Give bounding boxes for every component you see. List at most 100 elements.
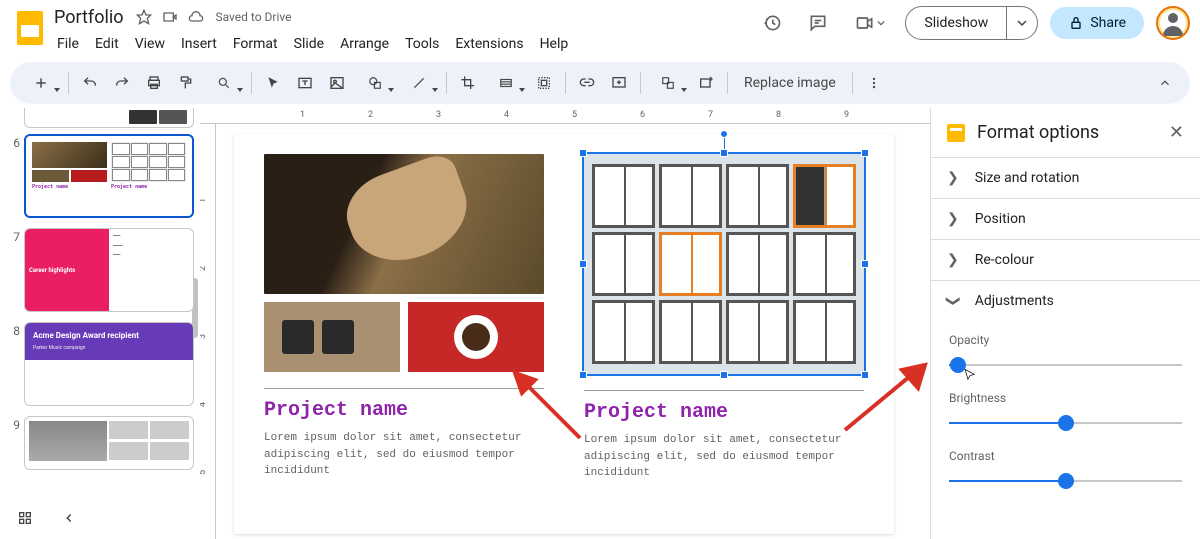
contrast-slider[interactable]: [949, 473, 1182, 489]
slide-thumb-5-partial[interactable]: [6, 108, 194, 128]
grid-view-button[interactable]: [10, 503, 40, 533]
contrast-label: Contrast: [949, 449, 1182, 463]
app-logo[interactable]: [10, 8, 50, 48]
slide[interactable]: Project name Lorem ipsum dolor sit amet,…: [234, 134, 894, 534]
move-icon[interactable]: [161, 8, 179, 26]
cloud-icon[interactable]: [187, 8, 205, 26]
menu-view[interactable]: View: [128, 32, 172, 56]
image-cameras[interactable]: [264, 302, 400, 372]
link-button[interactable]: [572, 68, 602, 98]
menu-edit[interactable]: Edit: [88, 32, 126, 56]
divider: [264, 388, 544, 389]
section-label: Position: [975, 211, 1026, 227]
image-building-selected[interactable]: [584, 154, 864, 374]
project-name-right[interactable]: Project name: [584, 401, 864, 424]
comment-icon[interactable]: [801, 6, 835, 40]
section-position[interactable]: ❯ Position: [931, 198, 1200, 239]
image-tool[interactable]: [322, 68, 352, 98]
chevron-right-icon: ❯: [947, 211, 959, 227]
brightness-label: Brightness: [949, 391, 1182, 405]
reset-image-button[interactable]: [691, 68, 721, 98]
star-icon[interactable]: [135, 8, 153, 26]
project-name-left[interactable]: Project name: [264, 399, 544, 422]
redo-button[interactable]: [107, 68, 137, 98]
chevron-right-icon: ❯: [947, 252, 959, 268]
canvas[interactable]: 1 2 3 4 5 6 7 8 9 1 2 3 4 5: [200, 108, 930, 539]
mask-button[interactable]: [485, 68, 527, 98]
section-recolour[interactable]: ❯ Re-colour: [931, 239, 1200, 280]
section-label: Size and rotation: [975, 170, 1080, 186]
slide-num: 8: [6, 322, 24, 406]
doc-title[interactable]: Portfolio: [50, 7, 127, 28]
more-button[interactable]: [859, 68, 889, 98]
meet-icon[interactable]: [847, 6, 893, 40]
history-icon[interactable]: [755, 6, 789, 40]
right-column: Project name Lorem ipsum dolor sit amet,…: [584, 154, 864, 514]
format-panel-icon: [947, 124, 965, 142]
slideshow-button-group: Slideshow: [905, 6, 1038, 40]
menu-help[interactable]: Help: [533, 32, 576, 56]
brightness-slider[interactable]: [949, 415, 1182, 431]
slide-thumb-6[interactable]: 6 Project name Project name: [6, 134, 194, 218]
opacity-label: Opacity: [949, 333, 1182, 347]
new-slide-button[interactable]: [20, 68, 62, 98]
rotation-handle[interactable]: [720, 130, 728, 138]
slideshow-dropdown[interactable]: [1007, 7, 1037, 39]
project-desc-left[interactable]: Lorem ipsum dolor sit amet, consectetur …: [264, 430, 544, 480]
menu-arrange[interactable]: Arrange: [333, 32, 396, 56]
close-icon[interactable]: ✕: [1169, 122, 1184, 143]
paint-format-button[interactable]: [171, 68, 201, 98]
image-coffee[interactable]: [408, 302, 544, 372]
textbox-tool[interactable]: [290, 68, 320, 98]
image-hand-desk[interactable]: [264, 154, 544, 294]
slide-num: 9: [6, 416, 24, 470]
slide-thumb-9[interactable]: 9: [6, 416, 194, 470]
rotation-line: [724, 136, 725, 152]
line-tool[interactable]: [398, 68, 440, 98]
project-desc-right[interactable]: Lorem ipsum dolor sit amet, consectetur …: [584, 432, 864, 482]
border-color-button[interactable]: [529, 68, 559, 98]
divider: [584, 390, 864, 391]
section-size-rotation[interactable]: ❯ Size and rotation: [931, 157, 1200, 198]
menubar: File Edit View Insert Format Slide Arran…: [50, 32, 575, 56]
section-label: Re-colour: [975, 252, 1034, 268]
contrast-slider-thumb[interactable]: [1058, 473, 1074, 489]
vertical-ruler: 1 2 3 4 5: [200, 124, 216, 539]
slide-thumb-8[interactable]: 8 Acme Design Award recipientParker Musi…: [6, 322, 194, 406]
share-button[interactable]: Share: [1050, 7, 1144, 39]
menu-tools[interactable]: Tools: [398, 32, 446, 56]
select-tool[interactable]: [258, 68, 288, 98]
menu-format[interactable]: Format: [226, 32, 285, 56]
format-options-panel: Format options ✕ ❯ Size and rotation ❯ P…: [930, 108, 1200, 539]
crop-button[interactable]: [453, 68, 483, 98]
section-adjustments[interactable]: ❯ Adjustments: [931, 280, 1200, 321]
print-button[interactable]: [139, 68, 169, 98]
undo-button[interactable]: [75, 68, 105, 98]
menu-file[interactable]: File: [50, 32, 86, 56]
menu-slide[interactable]: Slide: [287, 32, 331, 56]
slideshow-button[interactable]: Slideshow: [906, 7, 1007, 39]
replace-image-button[interactable]: Replace image: [734, 69, 846, 97]
collapse-toolbar-button[interactable]: [1150, 68, 1180, 98]
horizontal-ruler: 1 2 3 4 5 6 7 8 9: [200, 108, 930, 124]
add-comment-button[interactable]: [604, 68, 634, 98]
shape-tool[interactable]: [354, 68, 396, 98]
section-label: Adjustments: [975, 293, 1054, 309]
chevron-right-icon: ❯: [947, 170, 959, 186]
save-status: Saved to Drive: [215, 10, 291, 24]
menu-insert[interactable]: Insert: [174, 32, 224, 56]
brightness-slider-thumb[interactable]: [1058, 415, 1074, 431]
prev-slide-button[interactable]: [54, 503, 84, 533]
opacity-slider[interactable]: [949, 357, 1182, 373]
arrange-position-button[interactable]: [647, 68, 689, 98]
slide-num: 6: [6, 134, 24, 218]
slide-num: 7: [6, 228, 24, 312]
cursor-icon: [963, 367, 977, 383]
account-avatar[interactable]: [1156, 6, 1190, 40]
slide-thumb-7[interactable]: 7 Career highlights━━━━━━━━━━: [6, 228, 194, 312]
share-label: Share: [1090, 15, 1126, 31]
chevron-down-icon: ❯: [945, 295, 961, 307]
toolbar: Replace image: [10, 62, 1190, 104]
zoom-button[interactable]: [203, 68, 245, 98]
menu-extensions[interactable]: Extensions: [448, 32, 530, 56]
